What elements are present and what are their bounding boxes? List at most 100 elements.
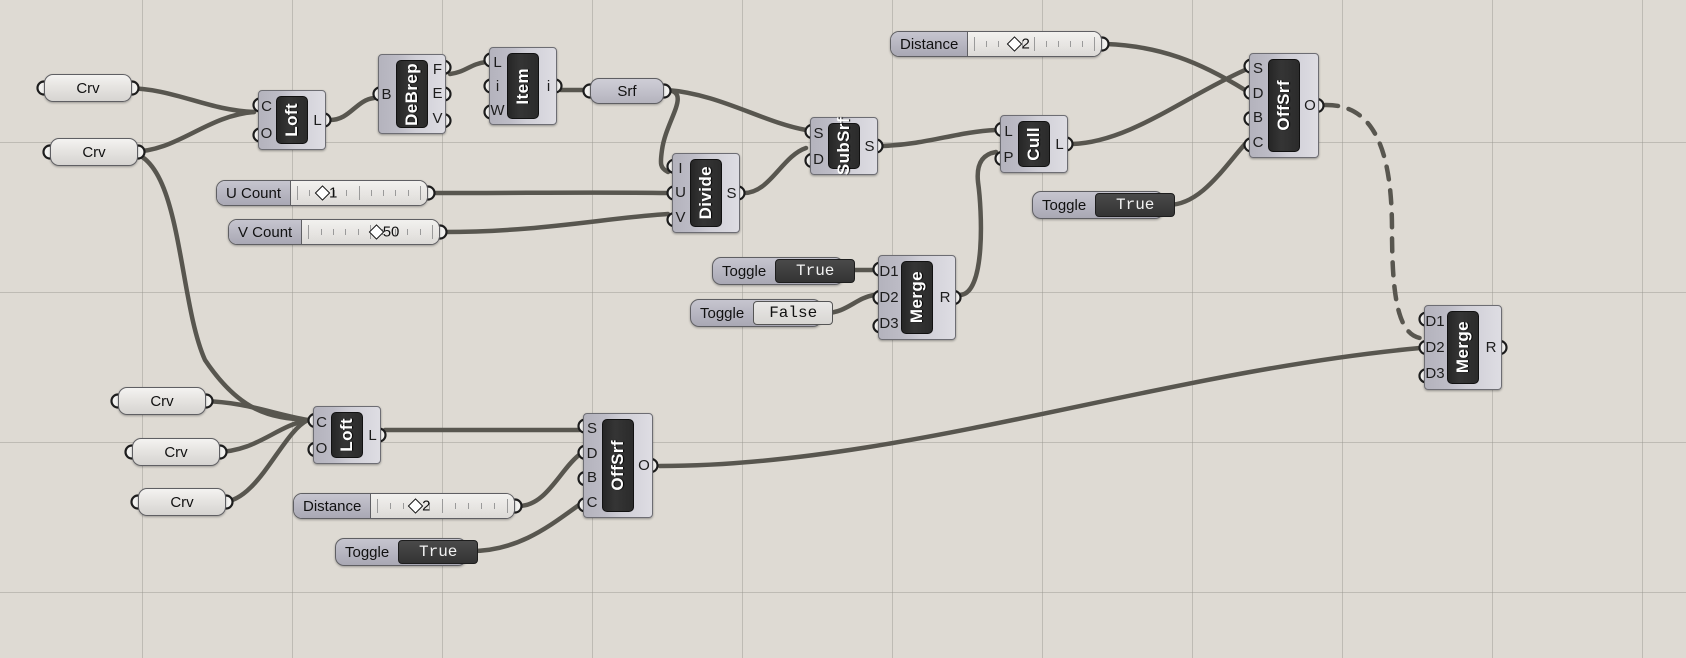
param-crv[interactable]: Crv bbox=[44, 74, 132, 102]
slider-handle[interactable]: 1 bbox=[314, 185, 337, 202]
toggle-value[interactable]: True bbox=[1095, 193, 1176, 217]
component-loft[interactable]: C O Loft L bbox=[258, 90, 326, 150]
param-crv[interactable]: Crv bbox=[138, 488, 226, 516]
toggle-true[interactable]: Toggle True bbox=[335, 538, 479, 566]
input-port-v[interactable]: V bbox=[675, 210, 685, 225]
input-port-b[interactable]: B bbox=[1253, 110, 1263, 125]
toggle-true[interactable]: Toggle True bbox=[712, 257, 856, 285]
input-port-o[interactable]: O bbox=[316, 441, 328, 456]
slider-label[interactable]: V Count bbox=[229, 220, 303, 244]
input-port-c[interactable]: C bbox=[1253, 135, 1264, 150]
tick bbox=[1081, 41, 1083, 47]
param-crv[interactable]: Crv bbox=[132, 438, 220, 466]
slider-u-count[interactable]: U Count 1 bbox=[216, 180, 428, 206]
slider-track[interactable]: 50 bbox=[302, 220, 439, 244]
input-port-c[interactable]: C bbox=[316, 415, 327, 430]
tick bbox=[407, 190, 409, 196]
input-port-d[interactable]: D bbox=[813, 152, 824, 167]
output-port-s[interactable]: S bbox=[864, 139, 874, 154]
component-merge[interactable]: D1 D2 D3 Merge R bbox=[878, 255, 956, 340]
slider-handle[interactable]: 50 bbox=[368, 224, 399, 241]
component-debrep[interactable]: B DeBrep F E V bbox=[378, 54, 446, 134]
wire bbox=[219, 417, 311, 505]
input-port-o[interactable]: O bbox=[261, 126, 273, 141]
output-port-e[interactable]: E bbox=[432, 86, 442, 101]
input-port-w[interactable]: W bbox=[490, 103, 504, 118]
component-cull[interactable]: L P Cull L bbox=[1000, 115, 1068, 173]
slider-label[interactable]: Distance bbox=[891, 32, 969, 56]
input-port-d1[interactable]: D1 bbox=[1425, 314, 1444, 329]
input-port-d2[interactable]: D2 bbox=[879, 290, 898, 305]
component-subsrf[interactable]: S D SubSrf S bbox=[810, 117, 878, 175]
output-ports: S bbox=[724, 154, 739, 232]
component-divide[interactable]: I U V Divide S bbox=[672, 153, 740, 233]
component-label: Item bbox=[513, 67, 532, 105]
output-port-l[interactable]: L bbox=[1055, 137, 1063, 152]
toggle-value[interactable]: True bbox=[775, 259, 856, 283]
input-port-d[interactable]: D bbox=[587, 446, 598, 461]
input-port-l[interactable]: L bbox=[1004, 124, 1012, 139]
output-port-l[interactable]: L bbox=[313, 113, 321, 128]
slider-track[interactable]: 1 bbox=[291, 181, 427, 205]
output-port-l[interactable]: L bbox=[368, 428, 376, 443]
output-port-s[interactable]: S bbox=[726, 186, 736, 201]
wire bbox=[1322, 102, 1423, 341]
input-port-i[interactable]: i bbox=[496, 79, 499, 94]
input-port-s[interactable]: S bbox=[587, 421, 597, 436]
toggle-value[interactable]: False bbox=[753, 301, 834, 325]
param-srf[interactable]: Srf bbox=[590, 78, 664, 104]
input-port-b[interactable]: B bbox=[587, 470, 597, 485]
toggle-label: Toggle bbox=[722, 262, 767, 280]
input-port-c[interactable]: C bbox=[261, 99, 272, 114]
node-graph-canvas[interactable]: Crv Crv C O Loft L B DeBrep F E V Li W Item i Srf U Coun… bbox=[0, 0, 1686, 658]
toggle-false[interactable]: Toggle False bbox=[690, 299, 834, 327]
slider-handle[interactable]: 2 bbox=[407, 498, 430, 515]
tick bbox=[468, 503, 470, 509]
slider-track[interactable]: 2 bbox=[371, 494, 514, 518]
component-merge[interactable]: D1 D2 D3 Merge R bbox=[1424, 305, 1502, 390]
tick bbox=[455, 503, 457, 509]
input-port-i[interactable]: I bbox=[678, 161, 682, 176]
toggle-value[interactable]: True bbox=[398, 540, 479, 564]
output-port-r[interactable]: R bbox=[940, 290, 951, 305]
input-port-d3[interactable]: D3 bbox=[879, 316, 898, 331]
output-port-r[interactable]: R bbox=[1486, 340, 1497, 355]
output-port-f[interactable]: F bbox=[433, 62, 442, 77]
input-port-s[interactable]: S bbox=[1253, 61, 1263, 76]
slider-distance[interactable]: Distance 2 bbox=[293, 493, 515, 519]
slider-handle[interactable]: 2 bbox=[1007, 36, 1030, 53]
slider-distance[interactable]: Distance 2 bbox=[890, 31, 1102, 57]
input-port-d1[interactable]: D1 bbox=[879, 264, 898, 279]
tick bbox=[420, 186, 421, 200]
input-port-d2[interactable]: D2 bbox=[1425, 340, 1444, 355]
input-port-u[interactable]: U bbox=[675, 185, 686, 200]
input-port-l[interactable]: L bbox=[493, 55, 501, 70]
input-port-b[interactable]: B bbox=[381, 87, 391, 102]
tick bbox=[345, 229, 347, 235]
input-port-d3[interactable]: D3 bbox=[1425, 366, 1444, 381]
tick bbox=[998, 41, 1000, 47]
output-port-o[interactable]: O bbox=[638, 458, 650, 473]
component-item[interactable]: Li W Item i bbox=[489, 47, 557, 125]
output-port-o[interactable]: O bbox=[1304, 98, 1316, 113]
input-ports: CO bbox=[314, 407, 329, 463]
toggle-true[interactable]: Toggle True bbox=[1032, 191, 1176, 219]
param-label: Crv bbox=[82, 143, 106, 161]
component-loft[interactable]: C O Loft L bbox=[313, 406, 381, 464]
slider-label[interactable]: U Count bbox=[217, 181, 292, 205]
output-port-v[interactable]: V bbox=[432, 111, 442, 126]
slider-track[interactable]: 2 bbox=[968, 32, 1101, 56]
input-port-d[interactable]: D bbox=[1253, 86, 1264, 101]
component-offsrf[interactable]: S D B C OffSrf O bbox=[1249, 53, 1319, 158]
slider-ticks bbox=[377, 499, 508, 513]
input-port-p[interactable]: P bbox=[1003, 150, 1013, 165]
output-port-i[interactable]: i bbox=[547, 79, 550, 94]
input-port-s[interactable]: S bbox=[813, 126, 823, 141]
input-ports: LP bbox=[1001, 116, 1016, 172]
component-offsrf[interactable]: S D B C OffSrf O bbox=[583, 413, 653, 518]
input-port-c[interactable]: C bbox=[587, 495, 598, 510]
slider-label[interactable]: Distance bbox=[294, 494, 372, 518]
slider-v-count[interactable]: V Count 50 bbox=[228, 219, 440, 245]
param-crv[interactable]: Crv bbox=[118, 387, 206, 415]
param-crv[interactable]: Crv bbox=[50, 138, 138, 166]
